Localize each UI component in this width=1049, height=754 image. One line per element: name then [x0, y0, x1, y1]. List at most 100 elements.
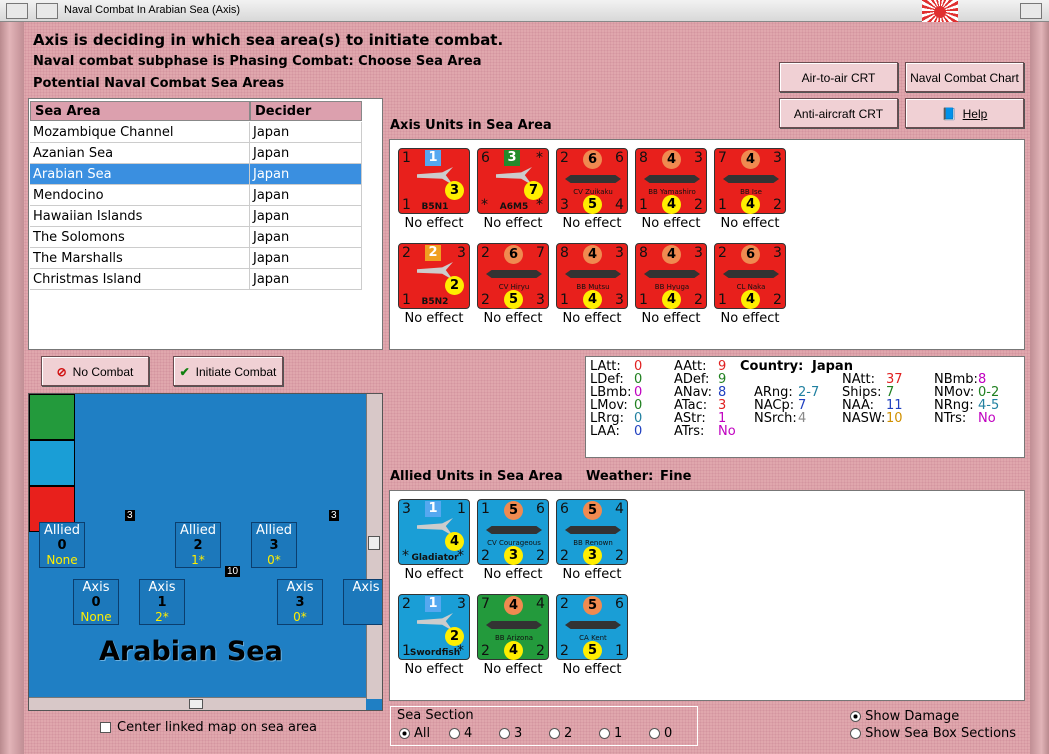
- sea-section-option[interactable]: 2: [549, 726, 572, 741]
- sea-section-option[interactable]: 1: [599, 726, 622, 741]
- sea-section-option[interactable]: 0: [649, 726, 672, 741]
- naval-combat-chart-button[interactable]: Naval Combat Chart: [905, 62, 1024, 92]
- map-hscroll-thumb[interactable]: [189, 699, 203, 709]
- table-row[interactable]: Mendocino Japan: [30, 185, 362, 206]
- sea-area-cell[interactable]: Azanian Sea: [30, 143, 250, 164]
- table-row[interactable]: Hawaiian Islands Japan: [30, 206, 362, 227]
- counter-top-left: 6: [481, 150, 490, 166]
- sea-area-cell[interactable]: The Solomons: [30, 227, 250, 248]
- table-row[interactable]: Azanian Sea Japan: [30, 143, 362, 164]
- sea-section-option-label: 1: [614, 726, 623, 741]
- axis-sea-box[interactable]: Axis 3 0*: [277, 579, 323, 625]
- counter-yellow-value: 4: [583, 290, 602, 309]
- allied-sea-box[interactable]: Allied 0 None: [39, 522, 85, 568]
- sea-section-option[interactable]: 3: [499, 726, 522, 741]
- table-row[interactable]: Mozambique Channel Japan: [30, 122, 362, 143]
- decider-cell[interactable]: Japan: [250, 164, 362, 185]
- counter-bottom-left: 2: [481, 643, 490, 659]
- unit-counter[interactable]: 2 2 3 1 2 B5N2: [398, 243, 470, 309]
- column-header-sea-area[interactable]: Sea Area: [30, 101, 250, 121]
- allied-units-label: Allied Units in Sea Area: [390, 469, 563, 484]
- initiate-combat-button[interactable]: ✔ Initiate Combat: [173, 356, 283, 386]
- allied-sea-box[interactable]: Allied 2 1*: [175, 522, 221, 568]
- no-combat-button[interactable]: ⊘ No Combat: [41, 356, 149, 386]
- close-button[interactable]: [1020, 3, 1042, 19]
- map-swordfish-counter[interactable]: [29, 440, 75, 486]
- center-map-checkbox[interactable]: [100, 722, 111, 733]
- axis-sea-box[interactable]: Axis 0 None: [73, 579, 119, 625]
- table-row[interactable]: The Marshalls Japan: [30, 248, 362, 269]
- table-row[interactable]: Arabian Sea Japan: [30, 164, 362, 185]
- table-row[interactable]: The Solomons Japan: [30, 227, 362, 248]
- sea-area-cell[interactable]: Mendocino: [30, 185, 250, 206]
- unit-counter[interactable]: 6 3 * * * 7 A6M5: [477, 148, 549, 214]
- counter-top-center: 1: [425, 501, 441, 517]
- table-row[interactable]: Christmas Island Japan: [30, 269, 362, 290]
- unit-counter[interactable]: 8 4 3 1 2 4 BB Yamashiro: [635, 148, 707, 214]
- unit-counter[interactable]: 2 1 3 1 * 2 Swordfish: [398, 594, 470, 660]
- sea-section-radio[interactable]: [649, 728, 660, 739]
- decider-cell[interactable]: Japan: [250, 206, 362, 227]
- unit-counter[interactable]: 2 6 6 3 4 5 CV Zuikaku: [556, 148, 628, 214]
- unit-counter[interactable]: 2 6 7 2 3 5 CV Hiryu: [477, 243, 549, 309]
- sea-area-cell[interactable]: Christmas Island: [30, 269, 250, 290]
- air-to-air-crt-button[interactable]: Air-to-air CRT: [779, 62, 898, 92]
- decider-cell[interactable]: Japan: [250, 227, 362, 248]
- unit-counter[interactable]: 8 4 3 1 3 4 BB Mutsu: [556, 243, 628, 309]
- sea-box-number: 3: [295, 595, 305, 610]
- sea-area-cell[interactable]: Mozambique Channel: [30, 122, 250, 143]
- unit-counter[interactable]: 2 6 3 1 2 4 CL Naka: [714, 243, 786, 309]
- axis-sea-box[interactable]: Axis 1 2*: [139, 579, 185, 625]
- unit-counter[interactable]: 7 4 4 2 2 4 BB Arizona: [477, 594, 549, 660]
- show-damage-radio[interactable]: [850, 711, 861, 722]
- sea-section-radio[interactable]: [449, 728, 460, 739]
- counter-top-center: 3: [504, 150, 520, 166]
- sea-box-side: Axis: [352, 580, 380, 595]
- sea-section-option[interactable]: All: [399, 726, 430, 741]
- sea-section-option[interactable]: 4: [449, 726, 472, 741]
- show-sections-radio[interactable]: [850, 728, 861, 739]
- help-button[interactable]: 📘 Help: [905, 98, 1024, 128]
- center-map-checkbox-row[interactable]: Center linked map on sea area: [100, 720, 317, 735]
- allied-sea-box[interactable]: Allied 3 0*: [251, 522, 297, 568]
- axis-sea-box[interactable]: Axis: [343, 579, 382, 625]
- unit-counter[interactable]: 1 1 1 3 B5N1: [398, 148, 470, 214]
- unit-counter[interactable]: 1 5 6 2 2 3 CV Courageous: [477, 499, 549, 565]
- sea-area-map[interactable]: Arabian Sea Allied 0 None Allied 2 1* Allied 3 0…: [28, 393, 383, 711]
- unit-counter[interactable]: 7 4 3 1 2 4 BB Ise: [714, 148, 786, 214]
- system-menu-button[interactable]: [6, 3, 28, 19]
- unit-effect: No effect: [720, 216, 780, 231]
- unit-counter[interactable]: 2 5 6 2 1 5 CA Kent: [556, 594, 628, 660]
- sea-section-radio[interactable]: [499, 728, 510, 739]
- unit-counter[interactable]: 8 4 3 1 2 4 BB Hyuga: [635, 243, 707, 309]
- show-damage-toggle[interactable]: Show Damage: [850, 709, 959, 724]
- stat-value: 4: [798, 411, 807, 426]
- decider-cell[interactable]: Japan: [250, 248, 362, 269]
- decider-cell[interactable]: Japan: [250, 185, 362, 206]
- counter-top-center: 4: [662, 245, 681, 264]
- decider-cell[interactable]: Japan: [250, 143, 362, 164]
- decider-cell[interactable]: Japan: [250, 122, 362, 143]
- map-vscroll-thumb[interactable]: [368, 536, 380, 550]
- show-sections-toggle[interactable]: Show Sea Box Sections: [850, 726, 1016, 741]
- sea-section-group: Sea Section All 4 3 2 1 0: [390, 706, 698, 746]
- sea-area-cell[interactable]: Arabian Sea: [30, 164, 250, 185]
- sea-section-radio[interactable]: [599, 728, 610, 739]
- counter-unit-name: CV Courageous: [487, 539, 541, 547]
- decider-cell[interactable]: Japan: [250, 269, 362, 290]
- unit-effect: No effect: [404, 567, 464, 582]
- counter-top-right: 3: [457, 596, 466, 612]
- anti-aircraft-crt-button[interactable]: Anti-aircraft CRT: [779, 98, 898, 128]
- minimize-button[interactable]: [36, 3, 58, 19]
- map-arizona-counter[interactable]: [29, 394, 75, 440]
- counter-top-left: 2: [402, 596, 411, 612]
- column-header-decider[interactable]: Decider: [250, 101, 362, 121]
- sea-section-radio[interactable]: [549, 728, 560, 739]
- unit-counter[interactable]: 3 1 1 * * 4 Gladiator: [398, 499, 470, 565]
- sea-section-radio[interactable]: [399, 728, 410, 739]
- sea-area-cell[interactable]: Hawaiian Islands: [30, 206, 250, 227]
- ship-silhouette-icon: [644, 270, 700, 278]
- sea-area-cell[interactable]: The Marshalls: [30, 248, 250, 269]
- unit-counter[interactable]: 6 5 4 2 2 3 BB Renown: [556, 499, 628, 565]
- counter-top-center: 1: [425, 596, 441, 612]
